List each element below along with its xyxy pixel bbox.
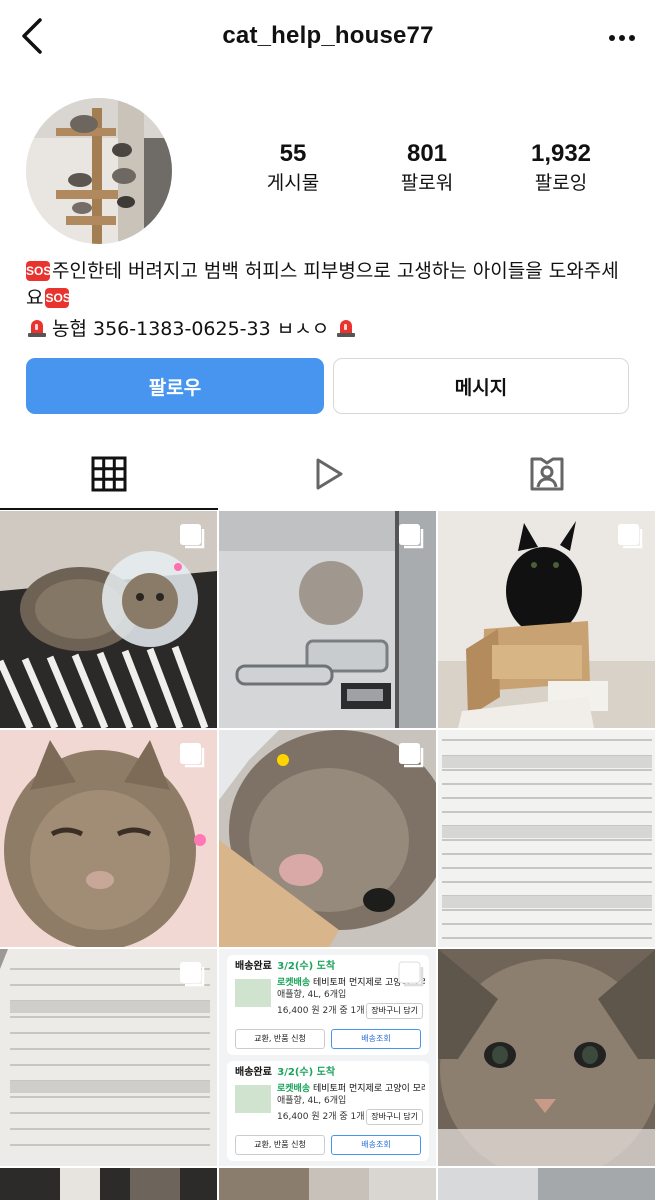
bio-text-2: 농협 356-1383-0625-33 ㅂㅅㅇ [52, 318, 330, 340]
rocket-badge: 로켓배송 [277, 1084, 311, 1094]
profile-username: cat_help_house77 [222, 22, 434, 49]
grid-icon [91, 456, 127, 492]
multi-photo-icon [618, 524, 643, 549]
tagged-person-icon [530, 457, 564, 491]
post-image [438, 1168, 655, 1200]
post-thumbnail[interactable] [438, 730, 655, 947]
message-button[interactable]: 메시지 [333, 358, 629, 414]
followers-count: 801 [406, 140, 448, 167]
top-bar: cat_help_house77 [0, 0, 656, 78]
more-options-icon[interactable] [606, 26, 638, 50]
cart-button: 장바구니 담기 [366, 1109, 423, 1125]
multi-photo-icon [399, 743, 424, 768]
shipping-status: 배송완료 [235, 961, 272, 972]
shipping-status: 배송완료 [235, 1067, 272, 1078]
return-button: 교환, 반품 신청 [235, 1135, 325, 1155]
siren-icon [28, 320, 46, 337]
post-thumbnail[interactable] [219, 1168, 436, 1200]
post-image [0, 1168, 217, 1200]
tab-reels[interactable] [219, 438, 437, 510]
post-thumbnail[interactable] [0, 949, 217, 1166]
post-image [219, 1168, 436, 1200]
follow-button[interactable]: 팔로우 [26, 358, 324, 414]
stat-followers[interactable]: 801 팔로워 [357, 140, 497, 196]
post-thumbnail[interactable] [219, 511, 436, 728]
profile-bio: SOS주인한테 버려지고 범백 허피스 피부병으로 고생하는 아이들을 도와주세… [26, 258, 636, 343]
posts-count: 55 [279, 140, 307, 167]
product-thumbnail [235, 1085, 271, 1113]
shipping-date: 3/2(수) 도착 [277, 1067, 336, 1078]
bio-text-1: 주인한테 버려지고 범백 허피스 피부병으로 고생하는 아이들을 도와주세요 [26, 260, 619, 309]
return-button: 교환, 반품 신청 [235, 1029, 325, 1049]
following-count: 1,932 [530, 140, 592, 167]
track-button: 배송조회 [331, 1135, 421, 1155]
post-thumbnail[interactable] [0, 730, 217, 947]
posts-label: 게시물 [266, 172, 320, 194]
post-thumbnail[interactable] [438, 949, 655, 1166]
stat-posts[interactable]: 55 게시물 [223, 140, 363, 196]
following-label: 팔로잉 [534, 172, 588, 194]
shipping-date: 3/2(수) 도착 [277, 961, 336, 972]
reels-play-icon [316, 458, 343, 490]
track-button: 배송조회 [331, 1029, 421, 1049]
sos-badge-icon: SOS [45, 288, 71, 308]
product-thumbnail [235, 979, 271, 1007]
tab-posts-grid[interactable] [0, 438, 218, 510]
post-thumbnail[interactable] [0, 511, 217, 728]
tab-tagged[interactable] [438, 438, 656, 510]
multi-photo-icon [180, 962, 205, 987]
stat-following[interactable]: 1,932 팔로잉 [491, 140, 631, 196]
product-price: 16,400 원 [277, 1006, 320, 1016]
product-price: 16,400 원 [277, 1112, 320, 1122]
sos-badge-icon: SOS [26, 261, 51, 281]
product-option: 애플향, 4L, 6개입 [277, 1096, 347, 1106]
post-thumbnail[interactable] [219, 730, 436, 947]
product-option: 애플향, 4L, 6개입 [277, 990, 347, 1000]
profile-tabs [0, 438, 656, 510]
product-name: 테비토퍼 먼지제로 고양이 모래 [313, 1084, 425, 1094]
multi-photo-icon [399, 524, 424, 549]
active-tab-indicator [0, 508, 218, 510]
product-qty: 2개 중 1개 [322, 1112, 365, 1122]
cart-button: 장바구니 담기 [366, 1003, 423, 1019]
bio-line-1: SOS주인한테 버려지고 범백 허피스 피부병으로 고생하는 아이들을 도와주세… [26, 258, 636, 312]
siren-icon [337, 320, 356, 337]
avatar-photo [26, 98, 172, 244]
profile-avatar[interactable] [26, 98, 172, 244]
post-thumbnail-shipping[interactable]: 배송완료 3/2(수) 도착 로켓배송 테비토퍼 먼지제로 고양이 모래 애플향… [219, 949, 436, 1166]
post-thumbnail[interactable] [438, 1168, 655, 1200]
multi-photo-icon [180, 743, 205, 768]
multi-photo-icon [398, 961, 424, 987]
followers-label: 팔로워 [400, 172, 454, 194]
multi-photo-icon [180, 524, 205, 549]
product-qty: 2개 중 1개 [322, 1006, 365, 1016]
shipping-card: 배송완료 3/2(수) 도착 로켓배송 테비토퍼 먼지제로 고양이 모래 애플향… [227, 1061, 429, 1161]
post-thumbnail[interactable] [0, 1168, 217, 1200]
post-image [438, 730, 655, 947]
post-thumbnail[interactable] [438, 511, 655, 728]
rocket-badge: 로켓배송 [277, 978, 311, 988]
post-image [438, 949, 655, 1166]
bio-line-2: 농협 356-1383-0625-33 ㅂㅅㅇ [26, 316, 636, 343]
